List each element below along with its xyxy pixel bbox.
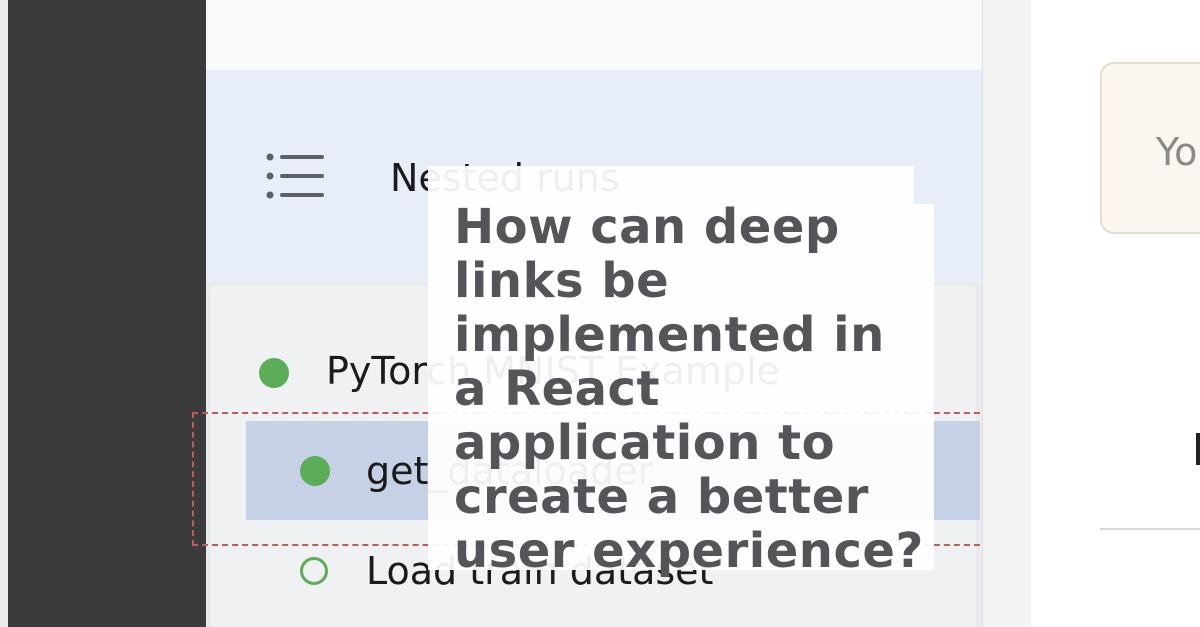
run-status-pending-icon (300, 557, 328, 585)
window-edge (0, 0, 8, 627)
panel-divider[interactable] (982, 0, 1031, 627)
right-divider (1100, 528, 1200, 530)
question-text: How can deep links be implemented in a R… (454, 199, 924, 579)
panel-top-band (206, 0, 982, 70)
run-status-complete-icon (259, 358, 289, 388)
hamburger-list-icon[interactable] (266, 153, 326, 199)
app-sidebar-dark (0, 0, 206, 627)
right-card-text: Yo (1156, 130, 1198, 174)
right-panel-glyph (1196, 433, 1200, 465)
